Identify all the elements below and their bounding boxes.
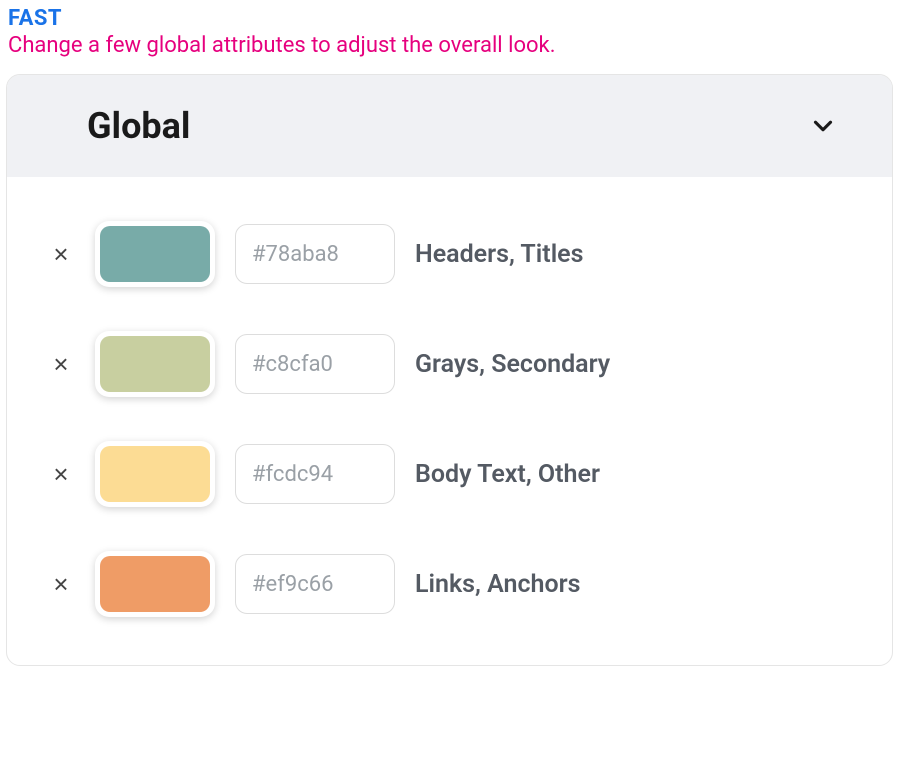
color-row: × Links, Anchors — [47, 551, 844, 617]
color-swatch-button[interactable] — [95, 331, 215, 397]
color-swatch — [100, 336, 210, 392]
color-label: Headers, Titles — [415, 240, 584, 269]
panel-body: × Headers, Titles × Grays, Secondary × — [7, 177, 892, 665]
hex-input[interactable] — [235, 224, 395, 284]
hex-input[interactable] — [235, 554, 395, 614]
close-icon: × — [53, 459, 68, 489]
hex-input[interactable] — [235, 444, 395, 504]
remove-button[interactable]: × — [47, 241, 75, 267]
color-row: × Headers, Titles — [47, 221, 844, 287]
remove-button[interactable]: × — [47, 571, 75, 597]
chevron-down-icon — [808, 111, 838, 141]
color-label: Links, Anchors — [415, 570, 580, 599]
hex-input[interactable] — [235, 334, 395, 394]
global-panel: Global × Headers, Titles × — [6, 74, 893, 666]
color-label: Grays, Secondary — [415, 350, 610, 379]
page-subtitle: Change a few global attributes to adjust… — [8, 33, 893, 58]
remove-button[interactable]: × — [47, 461, 75, 487]
close-icon: × — [53, 239, 68, 269]
color-swatch — [100, 556, 210, 612]
color-swatch — [100, 226, 210, 282]
close-icon: × — [53, 349, 68, 379]
color-row: × Body Text, Other — [47, 441, 844, 507]
close-icon: × — [53, 569, 68, 599]
fast-tag: FAST — [8, 6, 893, 31]
remove-button[interactable]: × — [47, 351, 75, 377]
color-label: Body Text, Other — [415, 460, 600, 489]
color-swatch-button[interactable] — [95, 441, 215, 507]
panel-header[interactable]: Global — [7, 75, 892, 177]
panel-title: Global — [87, 105, 190, 147]
color-swatch-button[interactable] — [95, 221, 215, 287]
color-swatch-button[interactable] — [95, 551, 215, 617]
color-swatch — [100, 446, 210, 502]
color-row: × Grays, Secondary — [47, 331, 844, 397]
collapse-toggle[interactable] — [802, 105, 844, 147]
